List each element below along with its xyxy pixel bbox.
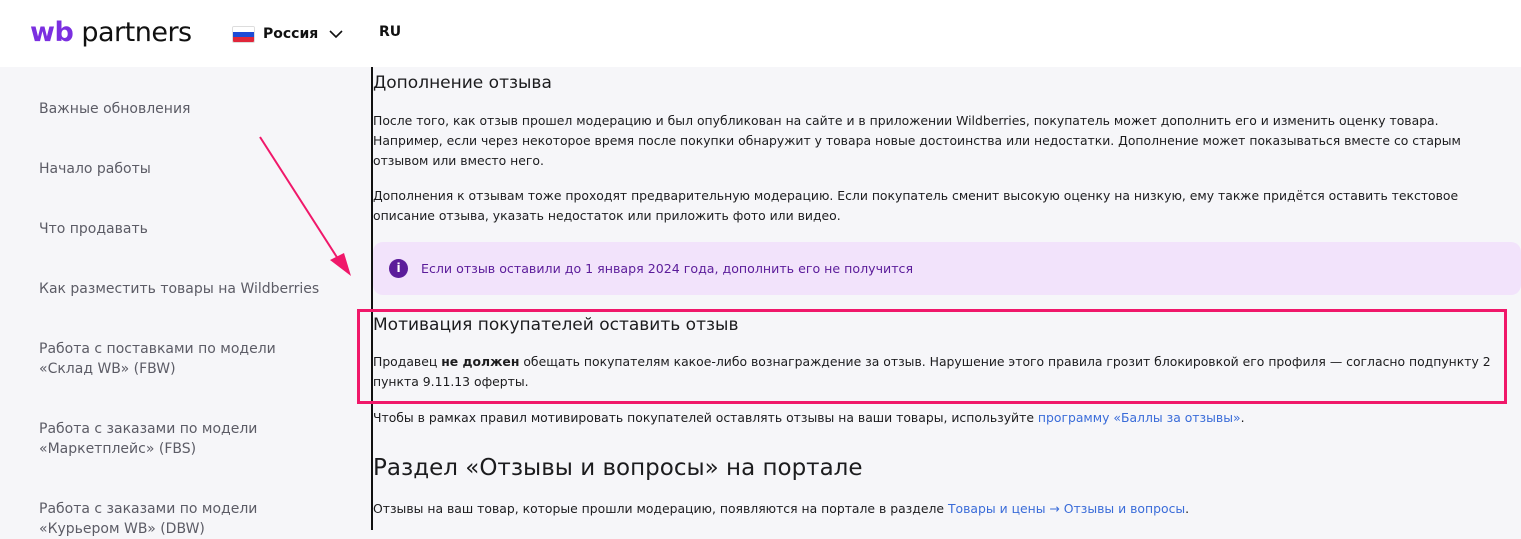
sidebar-item-dbw[interactable]: Работа с заказами по модели «Курьером WB…: [39, 499, 279, 539]
language-selector[interactable]: RU: [379, 24, 401, 40]
info-icon: i: [389, 259, 408, 278]
points-program-period: .: [1240, 410, 1245, 425]
country-selector[interactable]: Россия: [232, 22, 344, 46]
sidebar-item-fbw[interactable]: Работа с поставками по модели «Склад WB»…: [39, 339, 299, 379]
motivation-text-end: обещать покупателям какое-либо вознаграж…: [373, 354, 1491, 389]
paragraph-motivation-rule: Продавец не должен обещать покупателям к…: [373, 352, 1503, 392]
products-prices-reviews-link[interactable]: Товары и цены → Отзывы и вопросы: [948, 501, 1185, 516]
top-header: wb partners Россия RU: [0, 0, 1521, 67]
sidebar-item-how-to-list-products[interactable]: Как разместить товары на Wildberries: [39, 279, 339, 299]
flag-stripe-red: [233, 36, 254, 42]
section-title-buyer-motivation: Мотивация покупателей оставить отзыв: [373, 315, 739, 335]
points-program-text: Чтобы в рамках правил мотивировать покуп…: [373, 410, 1038, 425]
sidebar-item-important-updates[interactable]: Важные обновления: [39, 99, 339, 119]
points-for-reviews-link[interactable]: программу «Баллы за отзывы»: [1038, 410, 1241, 425]
paragraph-points-program: Чтобы в рамках правил мотивировать покуп…: [373, 408, 1503, 428]
article-content: Дополнение отзыва После того, как отзыв …: [373, 67, 1521, 530]
sidebar-nav: Важные обновления Начало работы Что прод…: [0, 67, 360, 537]
russia-flag-icon: [232, 25, 255, 43]
info-note-text: Если отзыв оставили до 1 января 2024 год…: [421, 261, 914, 276]
reviews-section-text: Отзывы на ваш товар, которые прошли моде…: [373, 501, 948, 516]
chevron-down-icon: [329, 30, 343, 39]
section-title-reviews-section: Раздел «Отзывы и вопросы» на портале: [373, 455, 863, 481]
paragraph-reviews-section: Отзывы на ваш товар, которые прошли моде…: [373, 499, 1503, 519]
paragraph-review-addition: После того, как отзыв прошел модерацию и…: [373, 113, 1461, 168]
sidebar-item-getting-started[interactable]: Начало работы: [39, 159, 339, 179]
sidebar-item-fbs[interactable]: Работа с заказами по модели «Маркетплейс…: [39, 419, 279, 459]
reviews-section-period: .: [1185, 501, 1190, 516]
section-title-review-addition: Дополнение отзыва: [373, 73, 552, 93]
sidebar-item-what-to-sell[interactable]: Что продавать: [39, 219, 339, 239]
wb-partners-logo[interactable]: wb partners: [30, 15, 192, 51]
info-note: i Если отзыв оставили до 1 января 2024 г…: [373, 242, 1521, 295]
paragraph-addition-moderation: Дополнения к отзывам тоже проходят предв…: [373, 188, 1459, 223]
country-label: Россия: [263, 26, 319, 42]
motivation-emphasis: не должен: [441, 354, 520, 369]
motivation-text-start: Продавец: [373, 354, 442, 369]
